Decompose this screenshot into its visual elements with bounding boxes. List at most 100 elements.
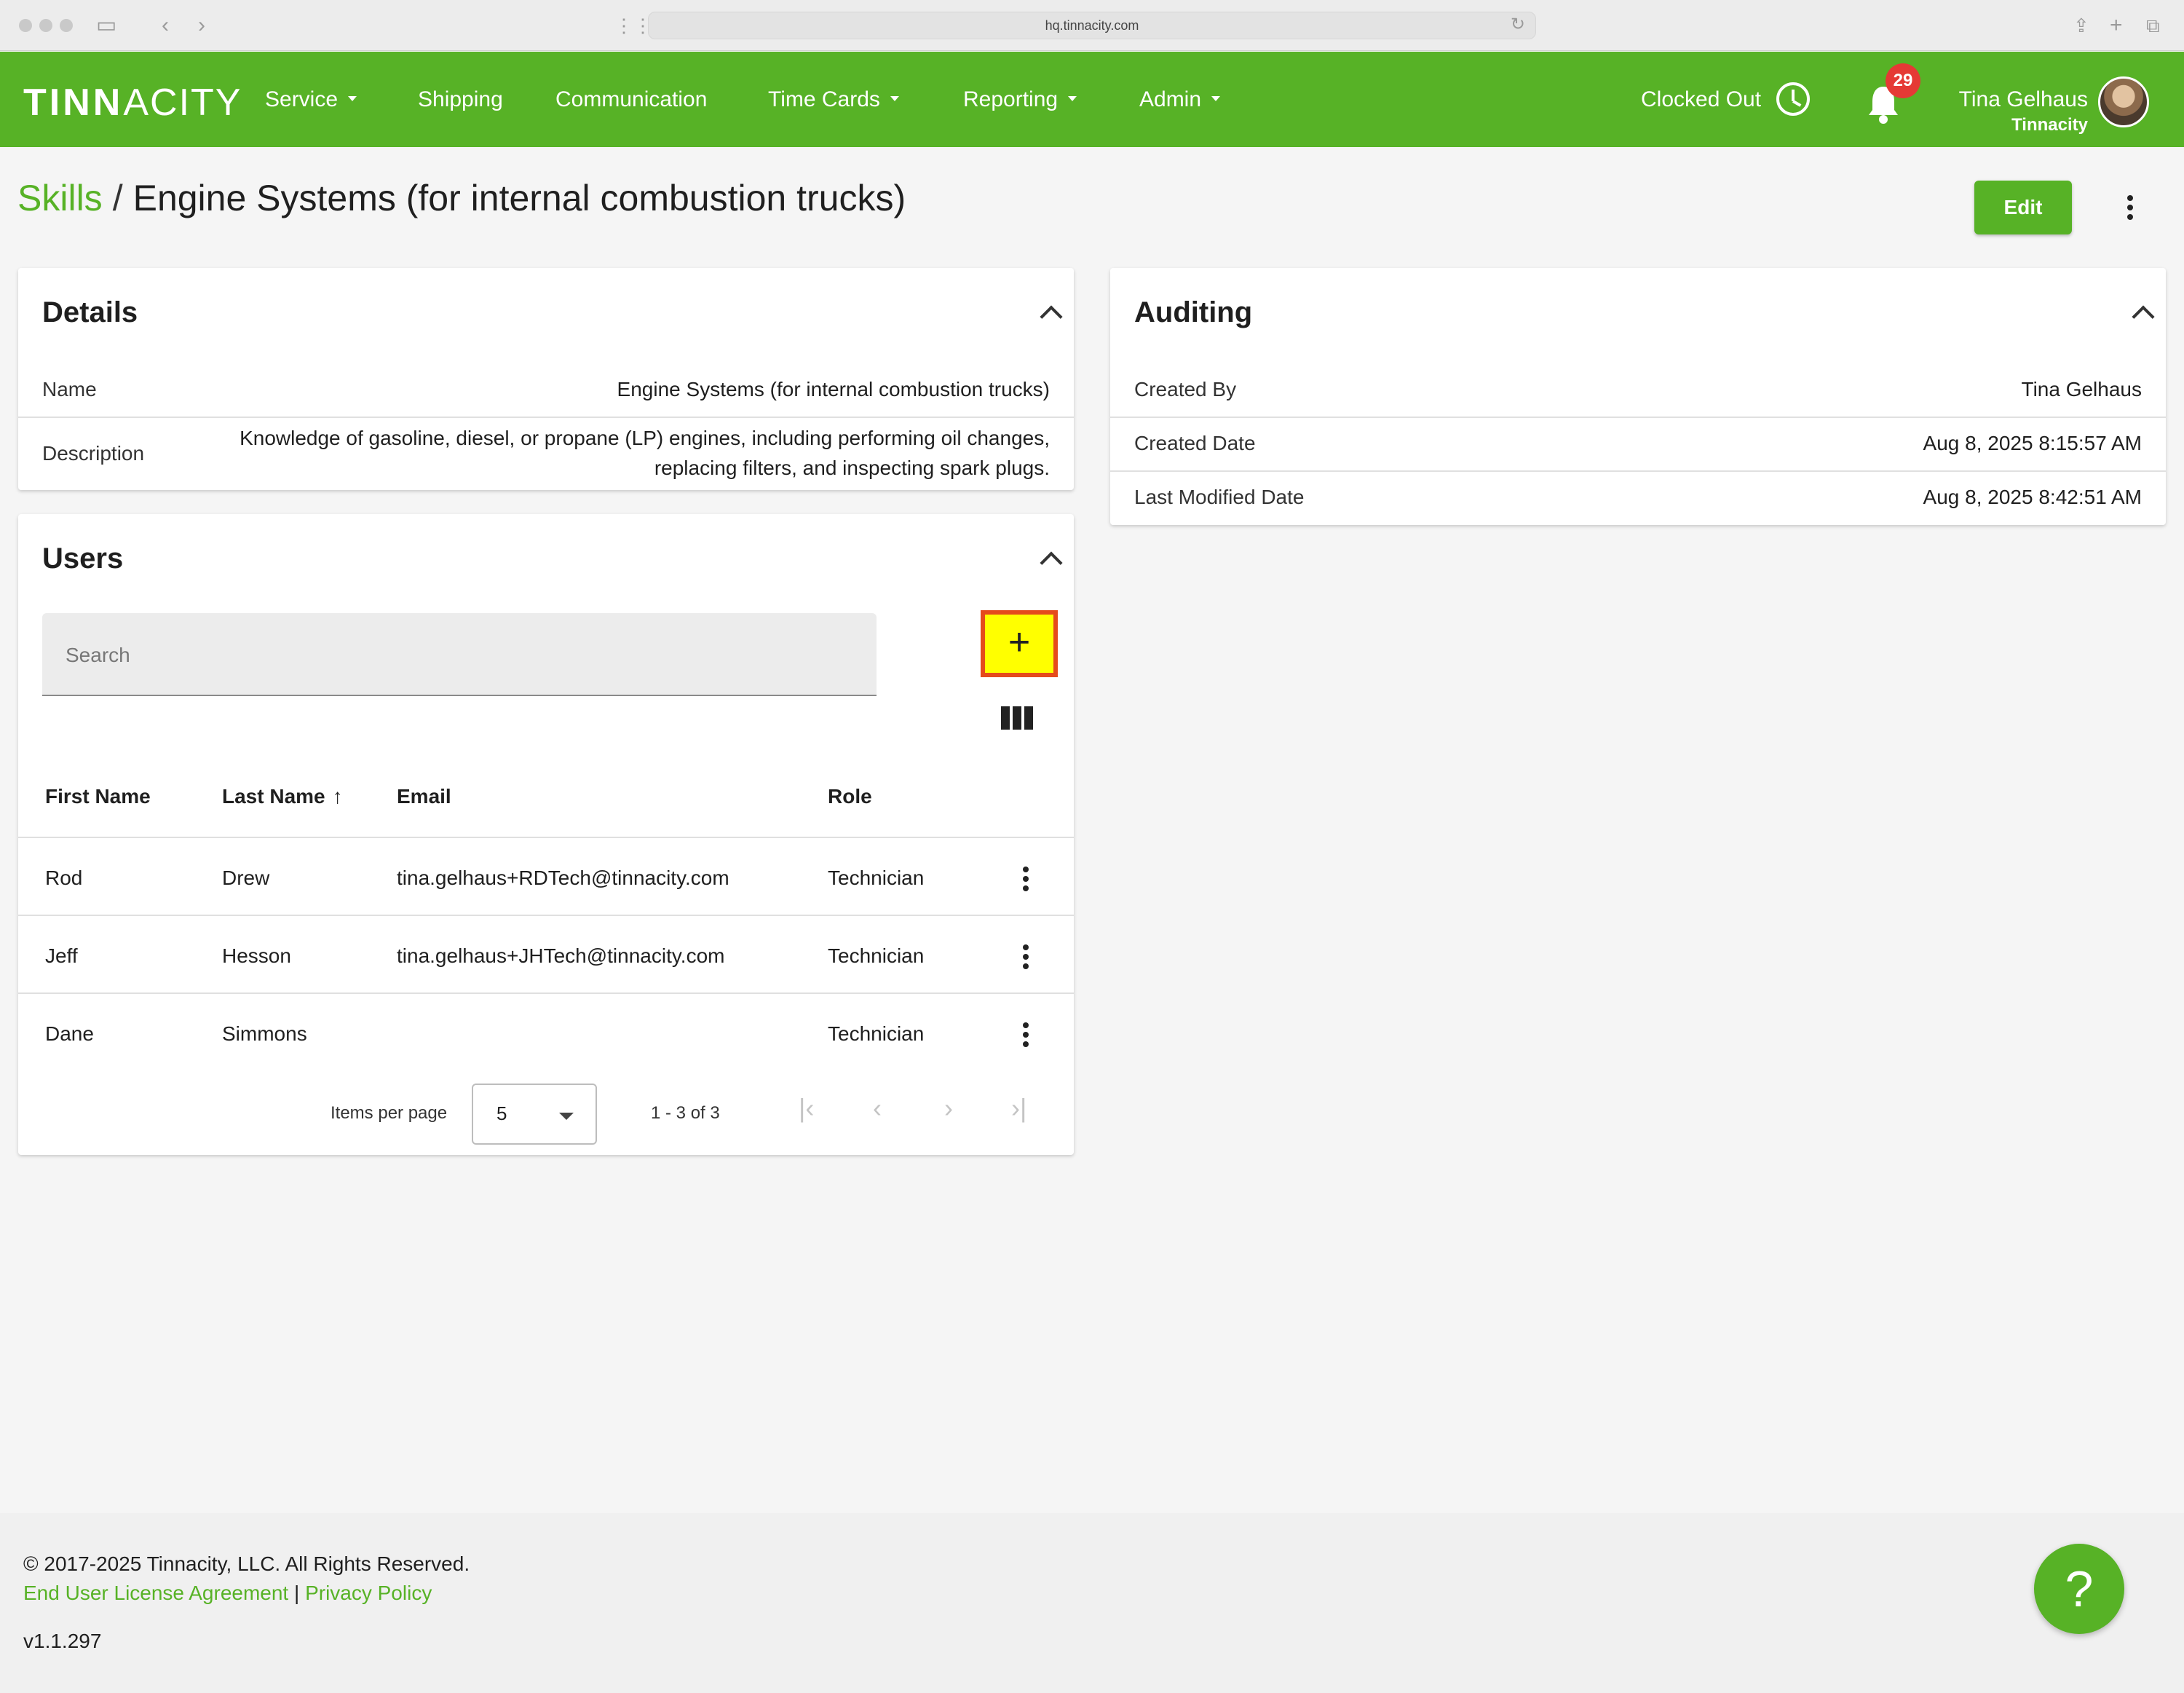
footer-link-separator: | (288, 1582, 306, 1604)
user-organization: Tinnacity (2011, 115, 2088, 135)
eula-link[interactable]: End User License Agreement (23, 1582, 288, 1604)
details-title: Details (42, 296, 138, 328)
collapse-auditing-icon[interactable] (2132, 305, 2155, 328)
items-per-page-select[interactable]: 5 (472, 1084, 597, 1145)
back-icon[interactable]: ‹ (162, 13, 169, 38)
nav-admin[interactable]: Admin (1139, 85, 1221, 114)
cell-role: Technician (828, 944, 925, 967)
add-user-button[interactable]: + (981, 610, 1058, 677)
cell-email: tina.gelhaus+JHTech@tinnacity.com (397, 944, 725, 967)
nav-shipping[interactable]: Shipping (418, 85, 503, 114)
next-page-icon[interactable]: › (944, 1094, 953, 1123)
last-modified-label: Last Modified Date (1134, 486, 1305, 508)
help-button[interactable]: ? (2034, 1544, 2124, 1634)
sidebar-toggle-icon[interactable]: ▭ (96, 13, 116, 38)
columns-icon[interactable] (1001, 706, 1033, 730)
clock-icon[interactable] (1776, 82, 1810, 116)
auditing-card: Auditing Created By Tina Gelhaus Created… (1110, 268, 2166, 525)
details-card: Details Name Engine Systems (for interna… (18, 268, 1074, 490)
nav-time-cards-label: Time Cards (768, 87, 880, 111)
column-header-email[interactable]: Email (397, 784, 451, 810)
row-more-options-icon[interactable] (1011, 1017, 1040, 1053)
divider (18, 837, 1074, 838)
chevron-down-icon (890, 95, 899, 101)
page-range: 1 - 3 of 3 (651, 1103, 720, 1123)
cell-first-name: Jeff (45, 944, 78, 967)
share-icon[interactable]: ⇪ (2073, 13, 2089, 38)
cell-first-name: Rod (45, 867, 83, 889)
chevron-down-icon (1211, 95, 1221, 101)
last-page-icon[interactable]: ›| (1011, 1094, 1026, 1123)
cell-role: Technician (828, 867, 925, 889)
edit-button[interactable]: Edit (1974, 181, 2072, 234)
nav-reporting[interactable]: Reporting (963, 85, 1077, 114)
minimize-window-button[interactable] (39, 19, 52, 32)
top-navigation: TINNACITY Service Shipping Communication… (0, 52, 2184, 147)
nav-service[interactable]: Service (265, 85, 357, 114)
nav-communication[interactable]: Communication (555, 85, 707, 114)
column-header-role[interactable]: Role (828, 784, 872, 810)
app-version: v1.1.297 (23, 1630, 102, 1652)
footer-links: End User License Agreement | Privacy Pol… (23, 1580, 432, 1606)
cell-last-name: Drew (222, 867, 270, 889)
items-per-page-value: 5 (496, 1102, 507, 1124)
items-per-page-label: Items per page (331, 1103, 448, 1123)
divider (18, 417, 1074, 418)
page-more-options-icon[interactable] (2116, 189, 2145, 226)
sort-ascending-icon: ↑ (332, 785, 343, 808)
row-more-options-icon[interactable] (1011, 939, 1040, 975)
tabs-overview-icon[interactable]: ⧉ (2146, 13, 2160, 38)
created-by-value: Tina Gelhaus (2021, 378, 2143, 400)
nav-communication-label: Communication (555, 87, 708, 111)
divider (1110, 470, 2166, 472)
avatar[interactable] (2098, 76, 2149, 127)
forward-icon[interactable]: › (198, 13, 205, 38)
search-input[interactable] (66, 641, 852, 670)
copyright-text: © 2017-2025 Tinnacity, LLC. All Rights R… (23, 1552, 470, 1575)
collapse-details-icon[interactable] (1040, 305, 1063, 328)
row-more-options-icon[interactable] (1011, 861, 1040, 897)
notification-count-badge: 29 (1886, 63, 1920, 98)
nav-shipping-label: Shipping (418, 87, 503, 111)
users-card: Users + First Name Last Name ↑ Email Role… (18, 514, 1074, 1155)
previous-page-icon[interactable]: ‹ (873, 1094, 882, 1123)
cell-email: tina.gelhaus+RDTech@tinnacity.com (397, 867, 729, 889)
column-header-first-name[interactable]: First Name (45, 784, 151, 810)
reload-icon[interactable]: ↻ (1511, 12, 1525, 37)
divider (18, 992, 1074, 994)
clock-status[interactable]: Clocked Out (1641, 85, 1761, 114)
search-field[interactable] (42, 613, 877, 696)
divider (18, 915, 1074, 916)
cell-last-name: Hesson (222, 944, 291, 967)
name-label: Name (42, 378, 97, 400)
nav-admin-label: Admin (1139, 87, 1202, 111)
breadcrumb-skills-link[interactable]: Skills (17, 178, 103, 218)
page-title: Engine Systems (for internal combustion … (132, 178, 906, 218)
dropdown-arrow-icon (559, 1113, 574, 1120)
cell-first-name: Dane (45, 1022, 94, 1045)
privacy-policy-link[interactable]: Privacy Policy (305, 1582, 432, 1604)
nav-time-cards[interactable]: Time Cards (768, 85, 899, 114)
first-page-icon[interactable]: |‹ (799, 1094, 814, 1123)
last-name-header-label: Last Name (222, 785, 325, 808)
close-window-button[interactable] (19, 19, 32, 32)
auditing-title: Auditing (1134, 296, 1253, 328)
zoom-window-button[interactable] (60, 19, 73, 32)
name-value: Engine Systems (for internal combustion … (617, 378, 1050, 400)
address-bar[interactable]: hq.tinnacity.com ↻ (648, 12, 1536, 39)
description-line-1: Knowledge of gasoline, diesel, or propan… (240, 427, 1050, 449)
url-text: hq.tinnacity.com (1045, 18, 1139, 33)
logo-bold-text: TINN (23, 82, 124, 124)
footer: © 2017-2025 Tinnacity, LLC. All Rights R… (0, 1513, 2184, 1693)
new-tab-icon[interactable]: + (2110, 13, 2123, 38)
cell-role: Technician (828, 1022, 925, 1045)
tinnacity-logo[interactable]: TINNACITY (23, 81, 242, 125)
description-line-2: replacing filters, and inspecting spark … (654, 457, 1050, 479)
chevron-down-icon (1068, 95, 1077, 101)
nav-service-label: Service (265, 87, 339, 111)
collapse-users-icon[interactable] (1040, 551, 1063, 575)
user-name[interactable]: Tina Gelhaus (1959, 85, 2088, 114)
breadcrumb-separator: / (112, 178, 123, 218)
column-header-last-name[interactable]: Last Name ↑ (222, 784, 343, 810)
created-by-label: Created By (1134, 378, 1237, 400)
